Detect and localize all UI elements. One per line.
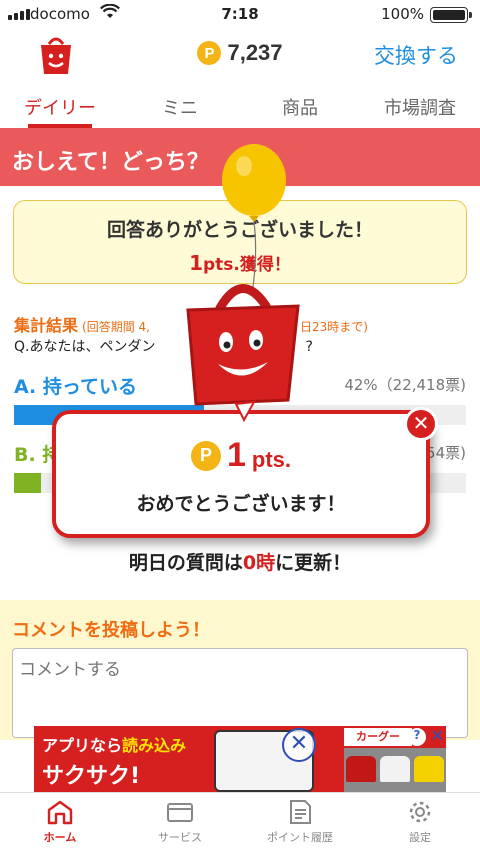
popup-message: おめでとうございます！ [136, 493, 346, 515]
comment-title: コメントを投稿しよう！ [12, 620, 210, 641]
app-header: P 7,237 交換する [0, 30, 480, 80]
ad-banner[interactable]: アプリなら読み込み サクサク! カーグー ? ✕ [34, 726, 446, 792]
popup-points-value: 1 [226, 436, 246, 474]
popup-points-unit: pts. [251, 446, 292, 472]
points-value: 7,237 [227, 40, 283, 65]
document-icon [290, 800, 311, 824]
ad-text-3: サクサク! [42, 764, 141, 789]
exchange-link[interactable]: 交換する [374, 40, 458, 70]
tabbar-services[interactable]: サービス [120, 793, 240, 854]
tab-mini[interactable]: ミニ [120, 88, 240, 128]
tab-daily[interactable]: デイリー [0, 88, 120, 128]
ad-dismiss-icon[interactable]: ✕ [282, 728, 316, 762]
ad-text-1: アプリなら [42, 736, 123, 755]
tabbar-settings[interactable]: 設定 [360, 793, 480, 854]
comment-section: コメントを投稿しよう！ [0, 600, 480, 740]
close-icon[interactable]: ✕ [404, 407, 438, 441]
answer-a-percent: 42%（22,418票) [344, 376, 466, 394]
card-icon [167, 803, 193, 822]
comment-input[interactable] [12, 648, 468, 738]
coin-icon: P [190, 440, 221, 471]
home-icon [47, 800, 73, 825]
status-bar: docomo 7:18 100% [0, 0, 480, 28]
ad-close-icon[interactable]: ✕ [431, 726, 444, 745]
ad-cars-image [344, 748, 446, 792]
points-earned-dialog: P 1 pts. おめでとうございます！ [52, 410, 430, 538]
tab-market-research[interactable]: 市場調査 [360, 88, 480, 128]
mascot-bag-icon [186, 284, 300, 423]
tabbar-home[interactable]: ホーム [0, 793, 120, 854]
gear-icon [409, 801, 431, 823]
tabbar-point-history[interactable]: ポイント履歴 [240, 793, 360, 854]
coin-icon: P [197, 41, 222, 65]
next-update-notice: 明日の質問は0時に更新！ [128, 552, 352, 574]
tab-products[interactable]: 商品 [240, 88, 360, 128]
category-tabs: デイリー ミニ 商品 市場調査 [0, 88, 480, 128]
ad-info-icon[interactable]: ? [408, 728, 426, 746]
ad-text-2: 読み込み [122, 736, 187, 755]
bottom-tab-bar: ホーム サービス ポイント履歴 設定 [0, 792, 480, 854]
answer-b-percent: 54票) [426, 444, 466, 462]
battery-percent: 100% [381, 5, 424, 23]
ad-brand: カーグー [344, 728, 412, 746]
battery-icon [430, 7, 472, 23]
